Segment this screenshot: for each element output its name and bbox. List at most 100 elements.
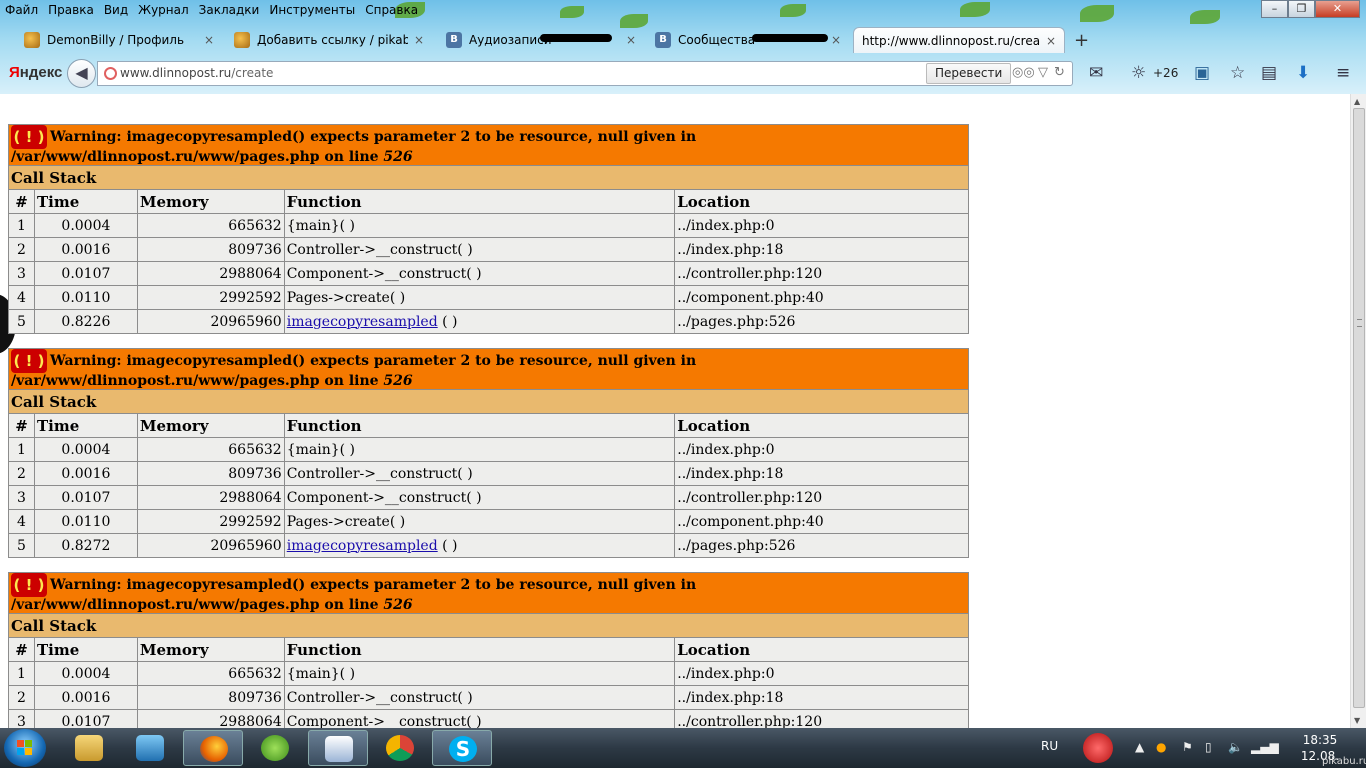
taskbar-network-app[interactable]	[308, 730, 368, 766]
taskbar-chrome[interactable]	[370, 730, 430, 766]
stack-location: ../controller.php:120	[674, 709, 969, 728]
language-indicator[interactable]: RU	[1041, 739, 1058, 753]
stack-function: Controller->__construct( )	[283, 461, 676, 486]
bookmark-star-icon[interactable]: ☆	[1230, 63, 1245, 83]
stack-memory: 2988064	[136, 261, 285, 286]
stack-row: 2 0.0016 809736 Controller->__construct( ).…	[8, 685, 969, 710]
site-identity-icon[interactable]	[104, 67, 117, 80]
stack-memory: 20965960	[136, 309, 285, 334]
stack-function: Component->__construct( )	[283, 485, 676, 510]
minimize-button[interactable]: –	[1261, 0, 1288, 18]
stack-location: ../index.php:0	[674, 213, 969, 238]
stack-time: 0.0107	[33, 709, 138, 728]
skype-icon: S	[449, 736, 477, 762]
scroll-down-arrow-icon[interactable]: ▼	[1354, 716, 1360, 725]
tab-title: http://www.dlinnopost.ru/create	[862, 33, 1040, 48]
stack-number: 3	[8, 261, 35, 286]
stack-time: 0.8226	[33, 309, 138, 334]
tab-close-icon[interactable]: ×	[1046, 34, 1056, 48]
menu-help[interactable]: Справка	[360, 0, 423, 20]
url-text[interactable]: www.dlinnopost.ru/create	[120, 66, 273, 80]
col-header-memory: Memory	[136, 413, 285, 438]
menu-view[interactable]: Вид	[99, 0, 133, 20]
dropdown-triangle-icon[interactable]: ▽	[1038, 65, 1048, 80]
restore-button[interactable]: ❐	[1288, 0, 1315, 18]
stack-row: 3 0.0107 2988064 Component->__construct( ).…	[8, 485, 969, 510]
tray-orange-icon[interactable]: ●	[1156, 740, 1166, 754]
translate-button[interactable]: Перевести	[926, 63, 1012, 84]
menu-edit[interactable]: Правка	[43, 0, 99, 20]
reload-icon[interactable]: ↻	[1054, 65, 1065, 80]
network-signal-icon[interactable]: ▂▄▆	[1251, 740, 1279, 754]
back-button[interactable]: ◀	[67, 59, 96, 88]
stack-location: ../pages.php:526	[674, 309, 969, 334]
bookmarks-list-icon[interactable]: ▤	[1261, 63, 1277, 83]
stack-number: 2	[8, 461, 35, 486]
window-controls: – ❐ ✕	[1261, 0, 1360, 18]
show-hidden-icons-arrow-icon[interactable]: ▲	[1135, 740, 1144, 754]
stack-memory: 665632	[136, 437, 285, 462]
stack-memory: 2988064	[136, 709, 285, 728]
col-header-function: Function	[283, 413, 676, 438]
vk-icon: B	[655, 32, 671, 48]
hamburger-menu-icon[interactable]: ≡	[1336, 63, 1350, 83]
tab-close-icon[interactable]: ×	[204, 33, 214, 47]
volume-icon[interactable]: 🔈	[1228, 740, 1243, 754]
theme-leaf-decoration	[780, 4, 806, 17]
error-table: ( ! ) Warning: imagecopyresampled() expec…	[8, 348, 969, 558]
call-stack-label: Call Stack	[8, 165, 969, 190]
stack-row: 4 0.0110 2992592 Pages->create( ) ../compone…	[8, 509, 969, 534]
tab-close-icon[interactable]: ×	[414, 33, 424, 47]
taskbar-skype[interactable]: S	[432, 730, 492, 766]
stack-memory: 665632	[136, 213, 285, 238]
taskbar-media-player[interactable]	[120, 730, 180, 766]
tray-red-app-icon[interactable]	[1083, 733, 1113, 763]
menu-tools[interactable]: Инструменты	[264, 0, 360, 20]
stack-function: Component->__construct( )	[283, 261, 676, 286]
stack-number: 2	[8, 685, 35, 710]
theme-leaf-decoration	[1190, 10, 1220, 24]
scrollbar-thumb[interactable]	[1353, 108, 1365, 708]
stack-time: 0.8272	[33, 533, 138, 558]
menu-history[interactable]: Журнал	[133, 0, 194, 20]
taskbar-firefox[interactable]	[183, 730, 243, 766]
php-manual-link[interactable]: imagecopyresampled	[287, 314, 438, 330]
url-bar[interactable]: www.dlinnopost.ru/create Перевести ◎◎ ▽ …	[97, 61, 1073, 86]
tab-add-link[interactable]: Добавить ссылку / pikabu.... ×	[226, 27, 432, 53]
tab-close-icon[interactable]: ×	[626, 33, 636, 47]
stack-function: Controller->__construct( )	[283, 685, 676, 710]
menu-file[interactable]: Файл	[0, 0, 43, 20]
pocket-p-icon[interactable]: ▣	[1194, 63, 1210, 83]
stack-number: 1	[8, 661, 35, 686]
stack-location: ../component.php:40	[674, 285, 969, 310]
stack-memory: 20965960	[136, 533, 285, 558]
php-manual-link[interactable]: imagecopyresampled	[287, 538, 438, 554]
new-tab-button[interactable]: +	[1074, 30, 1089, 51]
weather-temperature[interactable]: +26	[1153, 66, 1178, 80]
scroll-up-arrow-icon[interactable]: ▲	[1354, 97, 1360, 106]
tab-demonbilly-profile[interactable]: DemonBilly / Профиль ×	[16, 27, 222, 53]
warning-message: ( ! ) Warning: imagecopyresampled() expec…	[8, 124, 969, 166]
taskbar-utorrent[interactable]	[245, 730, 305, 766]
mail-icon[interactable]: ✉	[1089, 63, 1103, 83]
menu-bookmarks[interactable]: Закладки	[194, 0, 265, 20]
weather-sun-icon[interactable]: ☼	[1131, 63, 1146, 83]
explorer-icon	[75, 735, 103, 761]
vertical-scrollbar[interactable]: ▲ ▼	[1350, 94, 1366, 728]
page-content: ( ! ) Warning: imagecopyresampled() expec…	[0, 94, 1350, 728]
yandex-logo[interactable]: Яндекс	[9, 64, 62, 81]
navigation-bar: Яндекс ◀ www.dlinnopost.ru/create Переве…	[0, 56, 1366, 92]
device-icon[interactable]: ▯	[1205, 740, 1212, 754]
start-button[interactable]	[4, 729, 46, 767]
close-window-button[interactable]: ✕	[1315, 0, 1360, 18]
tab-dlinnopost-create[interactable]: http://www.dlinnopost.ru/create ×	[853, 27, 1065, 53]
call-stack-label: Call Stack	[8, 613, 969, 638]
stack-memory: 809736	[136, 685, 285, 710]
tab-close-icon[interactable]: ×	[831, 33, 841, 47]
downloads-arrow-icon[interactable]: ⬇	[1296, 63, 1310, 83]
reader-glasses-icon[interactable]: ◎◎	[1012, 65, 1035, 80]
action-center-flag-icon[interactable]: ⚑	[1182, 740, 1193, 754]
stack-memory: 809736	[136, 461, 285, 486]
stack-time: 0.0110	[33, 509, 138, 534]
taskbar-explorer[interactable]	[59, 730, 119, 766]
